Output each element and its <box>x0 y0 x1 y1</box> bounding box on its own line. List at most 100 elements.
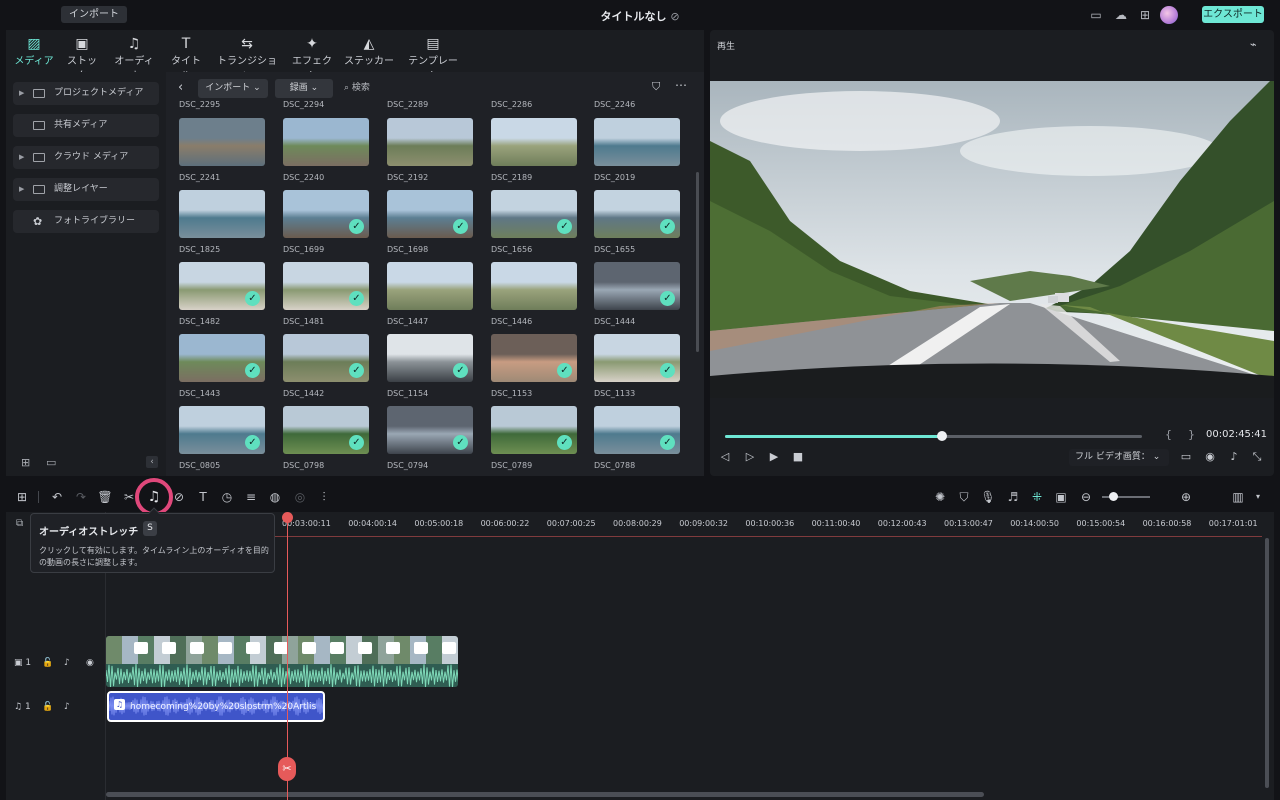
export-button[interactable]: エクスポート <box>1202 6 1264 23</box>
lock-icon[interactable]: 🔓 <box>42 700 53 714</box>
track-height-icon[interactable]: ▥ <box>1230 489 1246 505</box>
tab-transition[interactable]: ⇆トランジション <box>214 36 280 82</box>
avatar[interactable] <box>1160 6 1178 24</box>
scope-icon[interactable]: ⌁ <box>1250 38 1257 51</box>
mark-out-button[interactable]: } <box>1188 428 1195 441</box>
media-thumbnail[interactable]: ✓ <box>594 334 680 382</box>
apps-grid-icon[interactable]: ⊞ <box>1138 8 1152 22</box>
quality-dropdown[interactable]: フル ビデオ画質： ⌄ <box>1069 449 1169 466</box>
media-thumbnail[interactable] <box>387 262 473 310</box>
audio-clip[interactable]: ♫ homecoming%20by%20slpstrm%20Artlis <box>107 691 325 722</box>
tab-template[interactable]: ▤テンプレート <box>404 36 462 82</box>
media-thumbnail[interactable] <box>179 118 265 166</box>
media-thumbnail[interactable]: ✓ <box>283 334 369 382</box>
media-thumbnail[interactable]: ✓ <box>283 406 369 454</box>
more-options-icon[interactable]: ⋯ <box>675 78 687 92</box>
media-thumbnail[interactable]: ✓ <box>179 262 265 310</box>
media-thumbnail[interactable]: ✓ <box>594 190 680 238</box>
media-thumbnail[interactable]: ✓ <box>283 190 369 238</box>
snapshot-icon[interactable]: ◉ <box>1203 450 1217 464</box>
expand-arrow-icon[interactable]: ▶ <box>19 146 24 169</box>
project-title[interactable]: タイトルなし ⊘ <box>0 8 1280 24</box>
volume-icon[interactable]: ♪ <box>64 656 70 670</box>
progress-knob[interactable] <box>937 431 947 441</box>
volume-icon[interactable]: ♪ <box>1227 450 1241 464</box>
eye-icon[interactable]: ◉ <box>86 656 94 670</box>
next-frame-icon[interactable]: ▷ <box>743 450 757 464</box>
tab-audio[interactable]: ♫オーディオ <box>110 36 158 82</box>
media-thumbnail[interactable] <box>387 118 473 166</box>
lock-icon[interactable]: 🔓 <box>42 656 53 670</box>
prev-frame-icon[interactable]: ◁ <box>718 450 732 464</box>
waveform-icon[interactable]: ⫶ <box>316 489 332 505</box>
media-thumbnail[interactable] <box>179 190 265 238</box>
sidebar-item[interactable]: ▶ クラウド メディア <box>13 146 159 169</box>
playhead-handle[interactable] <box>282 512 293 523</box>
stop-icon[interactable]: ■ <box>791 450 805 464</box>
zoom-out-icon[interactable]: ⊖ <box>1078 489 1094 505</box>
media-thumbnail[interactable] <box>594 118 680 166</box>
zoom-in-icon[interactable]: ⊕ <box>1178 489 1194 505</box>
media-thumbnail[interactable]: ✓ <box>179 406 265 454</box>
tab-stock[interactable]: ▣ストック <box>64 36 100 82</box>
fullscreen-icon[interactable]: ⤡ <box>1250 450 1264 464</box>
delete-icon[interactable]: 🗑 <box>97 489 113 505</box>
tag-icon[interactable]: ⊘ <box>171 489 187 505</box>
media-thumbnail[interactable]: ✓ <box>594 406 680 454</box>
media-thumbnail[interactable]: ✓ <box>179 334 265 382</box>
tab-media[interactable]: ▨ メディア <box>14 36 54 70</box>
media-thumbnail[interactable]: ✓ <box>387 406 473 454</box>
record-dropdown[interactable]: 録画 ⌄ <box>275 79 333 98</box>
volume-icon[interactable]: ♪ <box>64 700 70 714</box>
media-thumbnail[interactable] <box>491 118 577 166</box>
playhead-scissors-icon[interactable]: ✂ <box>278 757 296 781</box>
media-thumbnail[interactable]: ✓ <box>283 262 369 310</box>
mic-icon[interactable]: 🎙 <box>980 489 996 505</box>
media-thumbnail[interactable]: ✓ <box>387 190 473 238</box>
filter-icon[interactable]: ⛉ <box>652 80 660 94</box>
media-scrollbar[interactable] <box>696 172 699 352</box>
play-icon[interactable]: ▶ <box>767 450 781 464</box>
back-chevron-icon[interactable]: ‹ <box>178 80 183 95</box>
video-clip[interactable] <box>106 636 458 687</box>
collapse-sidebar-icon[interactable]: ‹ <box>146 456 158 468</box>
sidebar-item[interactable]: ▶ プロジェクトメディア <box>13 82 159 105</box>
color-icon[interactable]: ◍ <box>267 489 283 505</box>
media-thumbnail[interactable]: ✓ <box>387 334 473 382</box>
new-folder-icon[interactable]: ⊞ <box>21 456 30 469</box>
zoom-slider-knob[interactable] <box>1109 492 1118 501</box>
media-thumbnail[interactable]: ✓ <box>491 406 577 454</box>
media-thumbnail[interactable]: ✓ <box>491 190 577 238</box>
ai-icon[interactable]: ◎ <box>292 489 308 505</box>
media-thumbnail[interactable]: ✓ <box>594 262 680 310</box>
text-icon[interactable]: T <box>195 489 211 505</box>
render-icon[interactable]: ✺ <box>932 489 948 505</box>
caption-icon[interactable]: ▣ <box>1053 489 1069 505</box>
chevron-down-icon[interactable]: ▾ <box>1250 489 1266 505</box>
layout-grid-icon[interactable]: ⊞ <box>14 489 30 505</box>
snap-icon[interactable]: ⁜ <box>1029 489 1045 505</box>
undo-icon[interactable]: ↶ <box>49 489 65 505</box>
expand-arrow-icon[interactable]: ▶ <box>19 178 24 201</box>
shield-icon[interactable]: ⛉ <box>956 489 972 505</box>
sidebar-item[interactable]: 共有メディア <box>13 114 159 137</box>
display-icon[interactable]: ▭ <box>1179 450 1193 464</box>
search-input[interactable]: ⌕ 検索 <box>344 80 370 96</box>
redo-icon[interactable]: ↷ <box>73 489 89 505</box>
mark-in-button[interactable]: { <box>1165 428 1172 441</box>
tab-sticker[interactable]: ◭ ステッカー <box>343 36 395 70</box>
tab-title[interactable]: Tタイトル <box>168 36 204 82</box>
import-dropdown[interactable]: インポート ⌄ <box>198 79 268 98</box>
sidebar-item[interactable]: ▶ 調整レイヤー <box>13 178 159 201</box>
add-track-icon[interactable]: ⧉ <box>16 518 23 529</box>
playback-progress[interactable] <box>725 431 1142 441</box>
sidebar-item[interactable]: ✿ フォトライブラリー <box>13 210 159 233</box>
timeline-vertical-scrollbar[interactable] <box>1265 538 1269 788</box>
tab-effect[interactable]: ✦エフェクト <box>289 36 335 82</box>
timeline-horizontal-scrollbar[interactable] <box>106 792 984 797</box>
media-thumbnail[interactable] <box>283 118 369 166</box>
media-thumbnail[interactable] <box>491 262 577 310</box>
folder-icon[interactable]: ▭ <box>46 456 56 469</box>
music-list-icon[interactable]: ♬ <box>1005 489 1021 505</box>
video-preview[interactable] <box>710 81 1274 398</box>
